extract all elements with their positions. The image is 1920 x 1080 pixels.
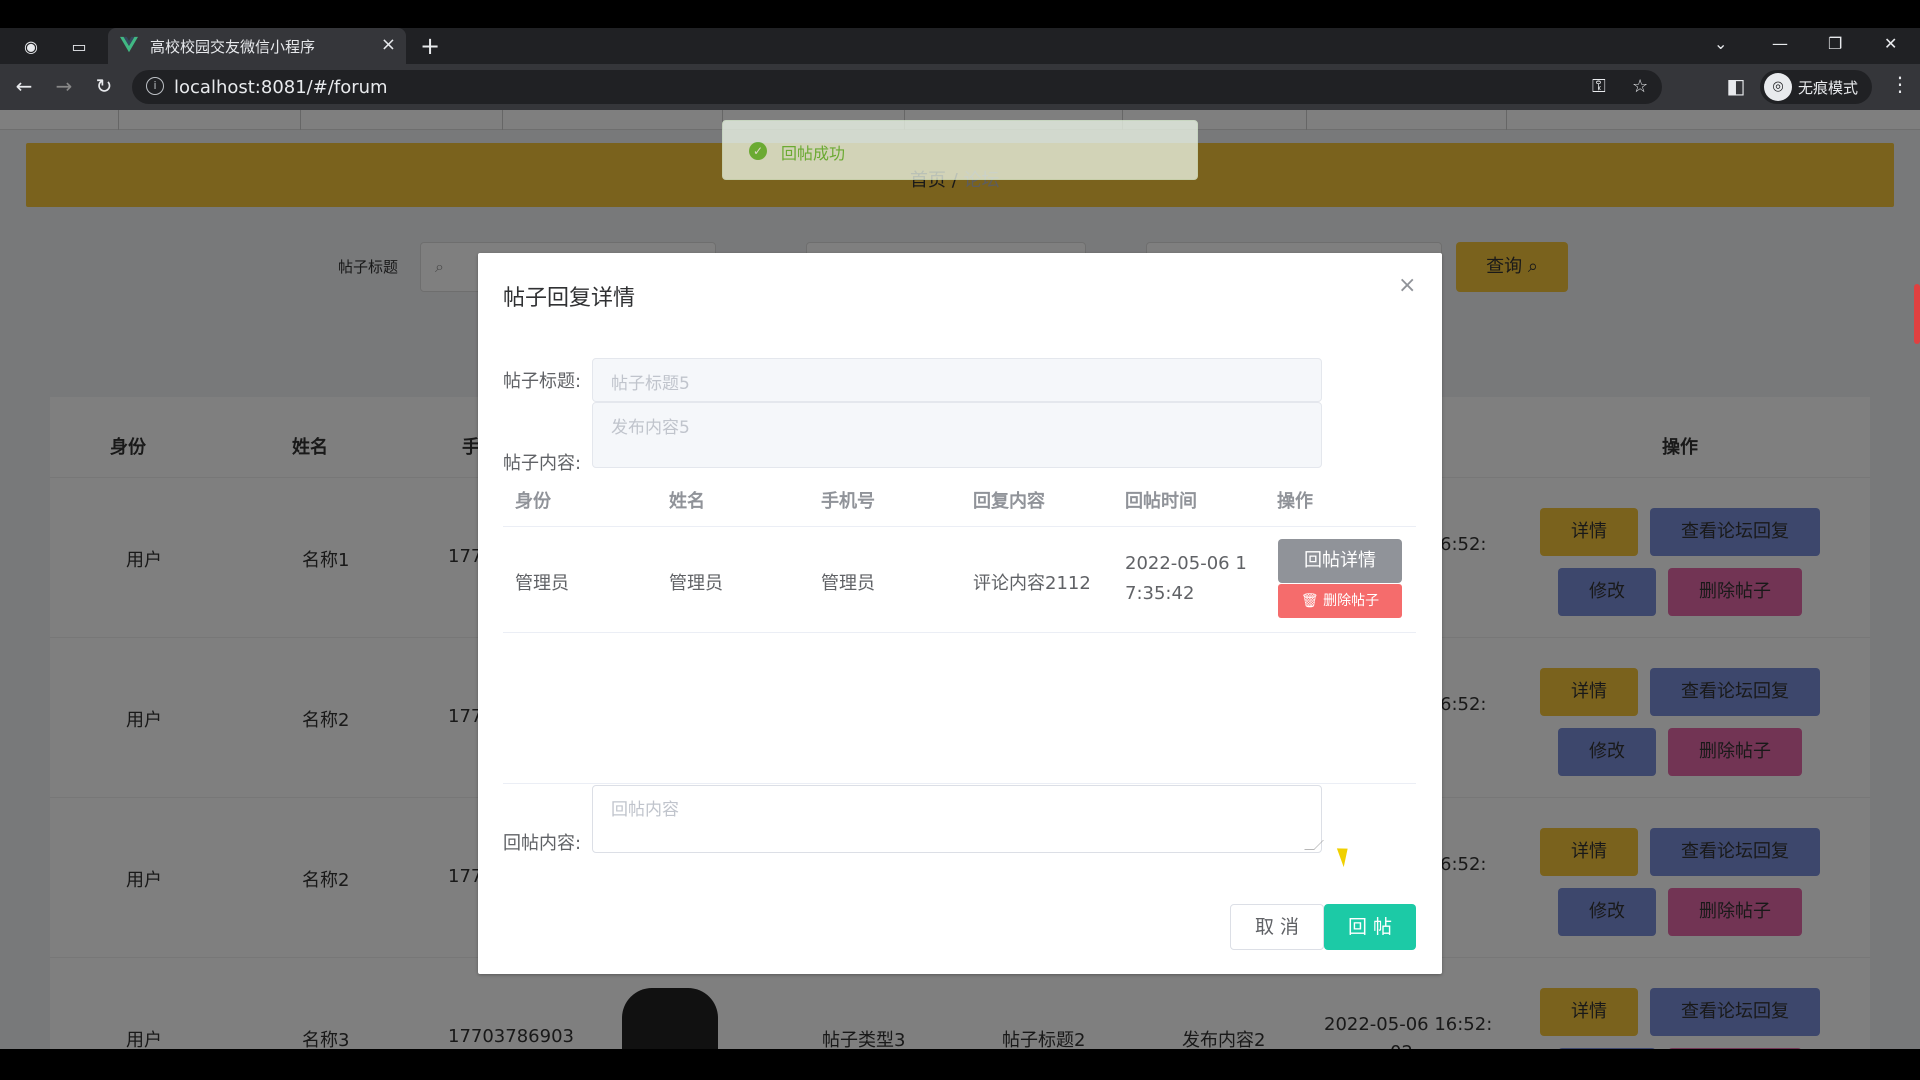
- post-content-field: 发布内容5: [592, 402, 1322, 468]
- tab-title: 高校校园交友微信小程序: [150, 38, 316, 56]
- cancel-button[interactable]: 取 消: [1230, 904, 1324, 950]
- post-content-label: 帖子内容:: [503, 453, 582, 474]
- submit-reply-button[interactable]: 回 帖: [1324, 904, 1416, 950]
- check-circle-icon: ✓: [749, 142, 767, 160]
- vue-logo-icon: [120, 36, 138, 53]
- screen-top-border: [0, 0, 1920, 28]
- menu-dots-icon[interactable]: ⋮: [1890, 72, 1910, 96]
- reply-delete-button[interactable]: 🗑 删除帖子: [1278, 584, 1402, 618]
- browser-tab-bar: ◉ ▭ 高校校园交友微信小程序 × + ⌄ — ❐ ✕: [0, 28, 1920, 64]
- reply-table-bottom: [503, 783, 1416, 784]
- incognito-label: 无痕模式: [1798, 79, 1859, 97]
- incognito-icon: ◎: [1764, 73, 1792, 101]
- post-title-label: 帖子标题:: [503, 371, 582, 392]
- reply-detail-dialog: 帖子回复详情 × 帖子标题: 帖子标题5 帖子内容: 发布内容5 身份 姓名 手…: [478, 253, 1442, 974]
- bookmark-star-icon[interactable]: ☆: [1632, 76, 1648, 97]
- tab-close-icon[interactable]: ×: [381, 34, 396, 55]
- back-icon[interactable]: ←: [12, 74, 36, 98]
- screen-bottom-border: [0, 1049, 1920, 1080]
- restore-icon[interactable]: ❐: [1828, 34, 1842, 53]
- tab-overview-icon[interactable]: ▭: [68, 36, 90, 58]
- reply-col-phone: 手机号: [821, 491, 875, 512]
- reply-cell-phone: 管理员: [821, 573, 875, 594]
- reply-col-actions: 操作: [1277, 491, 1313, 512]
- reply-col-content: 回复内容: [973, 491, 1045, 512]
- reply-table-divider: [503, 526, 1416, 527]
- new-tab-icon[interactable]: +: [420, 32, 440, 60]
- reload-icon[interactable]: ↻: [92, 74, 116, 98]
- reply-cell-identity: 管理员: [515, 573, 569, 594]
- reply-cell-content: 评论内容2112: [973, 573, 1091, 594]
- reply-col-identity: 身份: [515, 491, 551, 512]
- resize-handle-icon[interactable]: [1304, 840, 1324, 850]
- reply-col-time: 回帖时间: [1125, 491, 1197, 512]
- reply-row-divider: [503, 632, 1416, 633]
- reply-content-label: 回帖内容:: [503, 833, 582, 854]
- dialog-title: 帖子回复详情: [503, 286, 636, 311]
- reply-content-input[interactable]: 回帖内容: [592, 785, 1324, 853]
- page-scrollbar[interactable]: [1914, 284, 1920, 344]
- globe-icon[interactable]: ◉: [20, 36, 42, 58]
- forward-icon[interactable]: →: [52, 74, 76, 98]
- reply-col-name: 姓名: [669, 491, 705, 512]
- minimize-icon[interactable]: —: [1772, 34, 1788, 53]
- site-info-icon[interactable]: i: [146, 77, 164, 95]
- success-toast: ✓ 回帖成功: [722, 120, 1198, 180]
- close-icon[interactable]: ×: [1398, 273, 1416, 298]
- tab-search-icon[interactable]: ⌄: [1714, 34, 1727, 53]
- trash-icon: 🗑: [1300, 593, 1319, 609]
- reply-cell-time-cont: 7:35:42: [1125, 583, 1195, 604]
- browser-toolbar: ← → ↻ i localhost:8081/#/forum ☆ ⚿ ◧ ◎ 无…: [0, 64, 1920, 110]
- reply-detail-button[interactable]: 回帖详情: [1278, 539, 1402, 583]
- url-text: localhost:8081/#/forum: [174, 77, 388, 98]
- reply-cell-name: 管理员: [669, 573, 723, 594]
- close-window-icon[interactable]: ✕: [1884, 34, 1897, 53]
- address-bar[interactable]: i localhost:8081/#/forum ☆ ⚿: [132, 70, 1662, 104]
- post-title-field: 帖子标题5: [592, 358, 1322, 402]
- browser-tab[interactable]: 高校校园交友微信小程序 ×: [108, 28, 406, 64]
- password-key-icon[interactable]: ⚿: [1592, 76, 1606, 97]
- side-panel-icon[interactable]: ◧: [1724, 74, 1748, 98]
- toast-message: 回帖成功: [781, 144, 846, 163]
- incognito-badge[interactable]: ◎ 无痕模式: [1760, 70, 1872, 104]
- reply-cell-time: 2022-05-06 1: [1125, 553, 1247, 574]
